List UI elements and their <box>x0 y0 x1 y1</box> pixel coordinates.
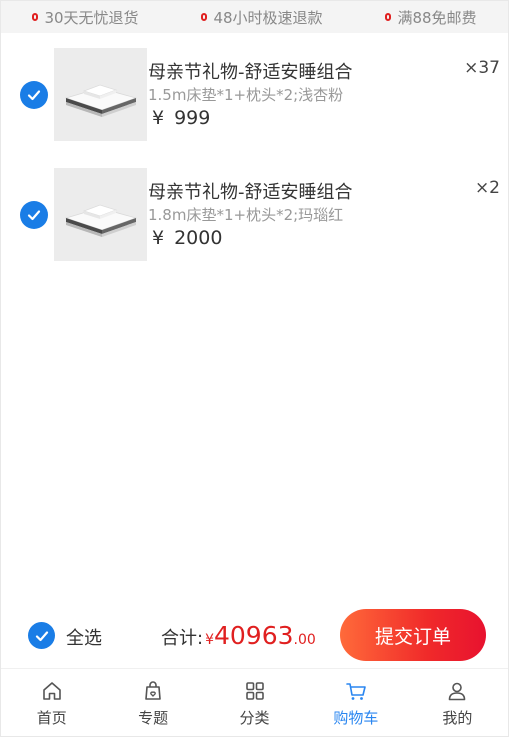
currency-symbol: ¥ <box>152 227 165 249</box>
product-spec: 1.5m床垫*1+枕头*2;浅杏粉 <box>148 86 344 104</box>
tab-home[interactable]: 首页 <box>1 669 102 736</box>
product-price: ¥2000 <box>152 227 222 249</box>
select-all-checkbox[interactable] <box>28 622 55 649</box>
tab-cart[interactable]: 购物车 <box>305 669 406 736</box>
cart-item[interactable]: 母亲节礼物-舒适安睡组合 1.5m床垫*1+枕头*2;浅杏粉 ¥999 ×37 <box>1 46 508 146</box>
submit-order-button[interactable]: 提交订单 <box>340 609 486 661</box>
item-checkbox[interactable] <box>20 81 48 109</box>
cart-icon <box>346 683 366 700</box>
total-decimals: .00 <box>293 632 316 648</box>
price-value: 999 <box>174 107 211 129</box>
tab-topic[interactable]: 专题 <box>102 669 203 736</box>
bottom-tab-bar: 首页 专题 分类 购物车 我的 <box>1 669 508 736</box>
mattress-image <box>64 84 138 117</box>
order-total: 合计: ¥40963.00 <box>161 621 316 650</box>
cart-page: 30天无忧退货 48小时极速退款 满88免邮费 母亲节礼物-舒适安睡组合 1.5… <box>0 0 509 737</box>
bullet-icon <box>385 13 392 21</box>
promise-item: 30天无忧退货 <box>32 7 139 28</box>
promise-item: 满88免邮费 <box>385 7 477 28</box>
product-price: ¥999 <box>152 107 210 129</box>
quantity: ×2 <box>474 178 500 198</box>
tab-category[interactable]: 分类 <box>204 669 305 736</box>
tab-label: 首页 <box>36 709 67 727</box>
checkout-bar: 全选 合计: ¥40963.00 提交订单 <box>1 606 508 669</box>
promise-text: 48小时极速退款 <box>213 8 323 27</box>
total-label: 合计: <box>161 628 204 649</box>
mattress-image <box>64 204 138 237</box>
tab-label: 我的 <box>442 709 473 727</box>
tab-label: 购物车 <box>333 709 379 727</box>
tab-label: 分类 <box>239 709 270 727</box>
price-value: 2000 <box>174 227 223 249</box>
tab-label: 专题 <box>138 709 169 727</box>
currency-symbol: ¥ <box>152 107 165 129</box>
service-promise-bar: 30天无忧退货 48小时极速退款 满88免邮费 <box>1 1 508 33</box>
product-image[interactable] <box>54 48 147 141</box>
bullet-icon <box>32 13 39 21</box>
product-title[interactable]: 母亲节礼物-舒适安睡组合 <box>148 58 353 84</box>
product-spec: 1.8m床垫*1+枕头*2;玛瑙红 <box>148 206 344 224</box>
product-image[interactable] <box>54 168 147 261</box>
item-checkbox[interactable] <box>20 201 48 229</box>
promise-text: 满88免邮费 <box>397 8 477 27</box>
total-amount: 40963 <box>214 621 294 650</box>
checkmark-icon <box>27 210 41 221</box>
product-title[interactable]: 母亲节礼物-舒适安睡组合 <box>148 178 353 204</box>
topic-bag-icon <box>145 681 161 700</box>
select-all-label[interactable]: 全选 <box>66 624 102 650</box>
grid-icon <box>245 682 264 700</box>
promise-item: 48小时极速退款 <box>201 7 323 28</box>
checkmark-icon <box>35 630 48 641</box>
bullet-icon <box>201 13 208 21</box>
promise-text: 30天无忧退货 <box>44 8 139 27</box>
total-currency: ¥ <box>205 632 214 648</box>
tab-mine[interactable]: 我的 <box>407 669 508 736</box>
cart-item[interactable]: 母亲节礼物-舒适安睡组合 1.8m床垫*1+枕头*2;玛瑙红 ¥2000 ×2 <box>1 166 508 266</box>
home-icon <box>42 682 61 700</box>
checkmark-icon <box>27 90 41 101</box>
user-icon <box>449 682 466 701</box>
quantity: ×37 <box>464 58 500 78</box>
